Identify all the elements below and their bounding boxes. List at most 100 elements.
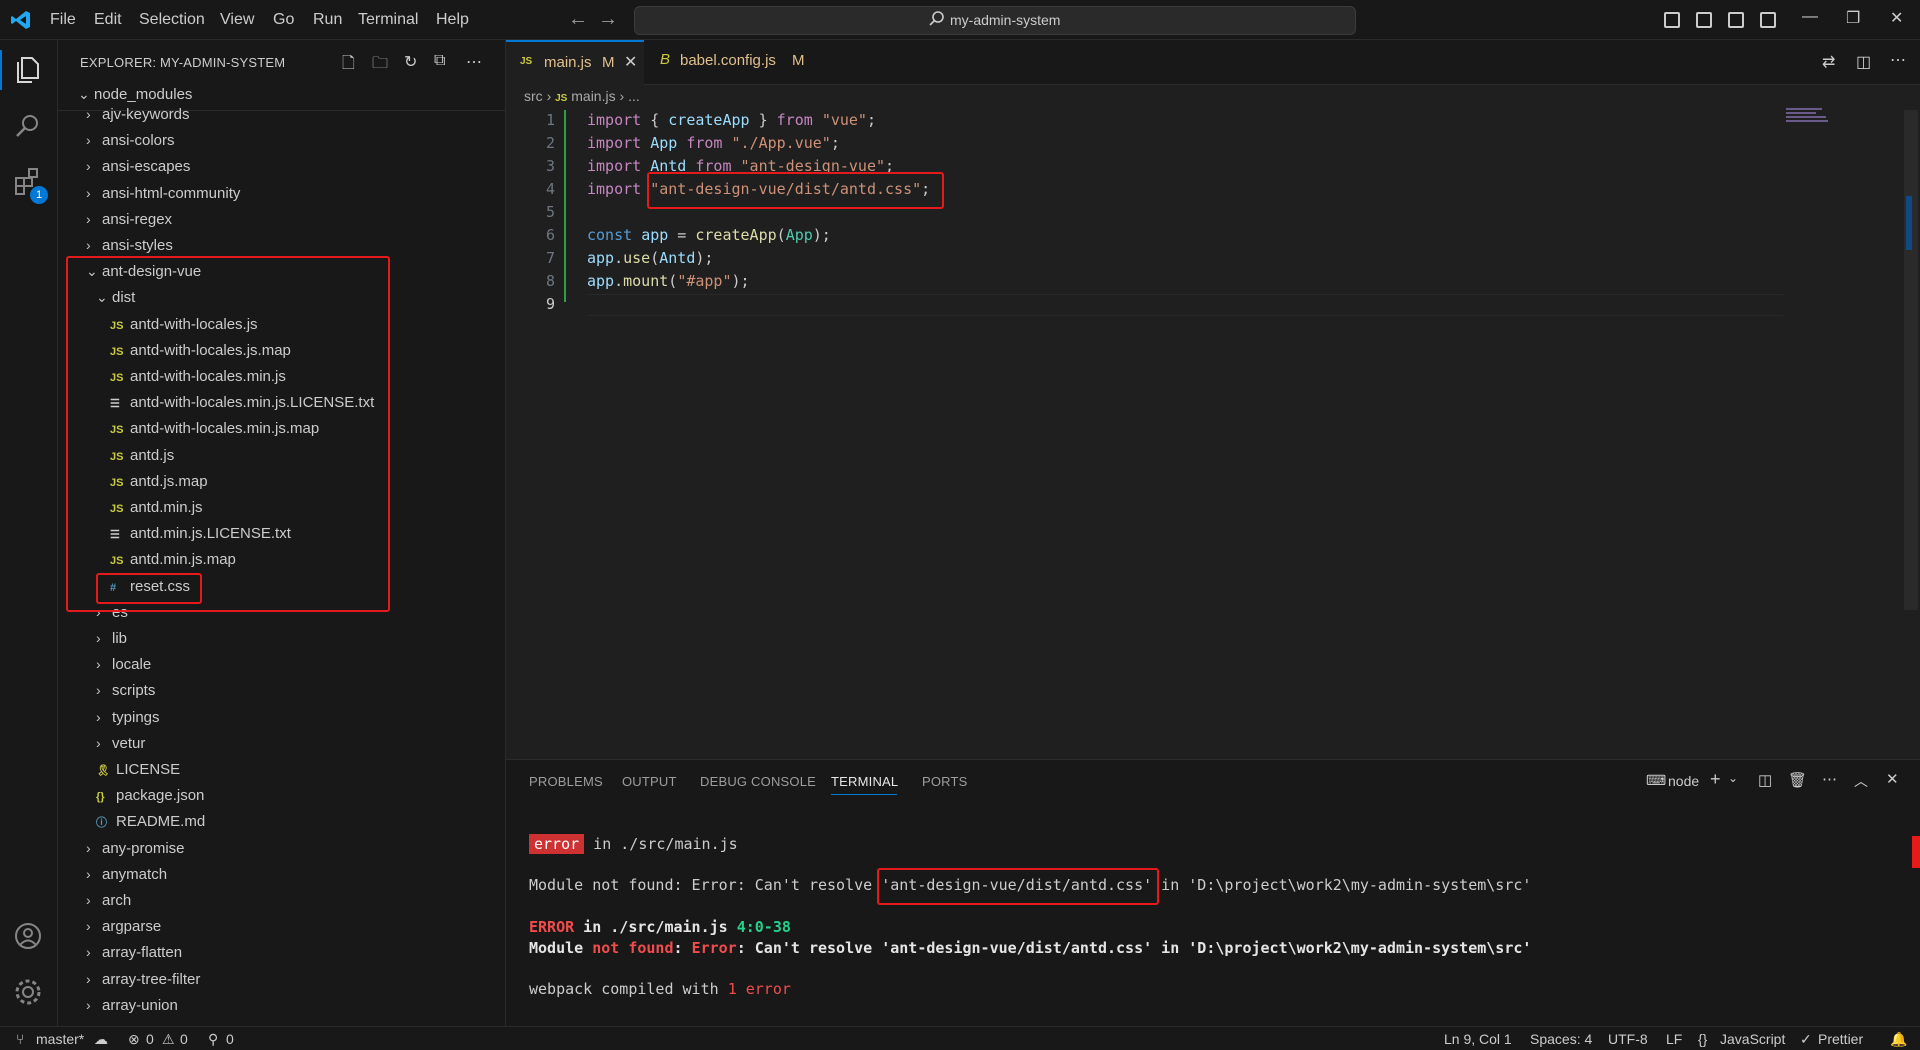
- close-tab-icon[interactable]: ✕: [624, 52, 637, 72]
- sync-icon[interactable]: ☁: [94, 1031, 108, 1048]
- split-terminal-icon[interactable]: ◫: [1758, 771, 1772, 789]
- tree-item[interactable]: › scripts: [96, 682, 155, 708]
- toggle-primary-sidebar-icon[interactable]: [1664, 12, 1680, 28]
- refresh-icon[interactable]: ↻: [404, 52, 424, 72]
- tree-item[interactable]: › arch: [86, 892, 131, 918]
- tree-label: anymatch: [102, 865, 168, 883]
- menu-help[interactable]: Help: [436, 11, 469, 29]
- new-folder-icon[interactable]: 🗀: [372, 52, 392, 72]
- toggle-secondary-sidebar-icon[interactable]: [1728, 12, 1744, 28]
- menu-edit[interactable]: Edit: [94, 11, 122, 29]
- more-actions-icon[interactable]: ⋯: [466, 52, 486, 72]
- search-icon: [929, 11, 944, 26]
- menu-run[interactable]: Run: [313, 11, 342, 29]
- back-arrow-icon[interactable]: ←: [568, 8, 588, 31]
- cursor-position[interactable]: Ln 9, Col 1: [1444, 1031, 1512, 1047]
- toggle-panel-icon[interactable]: [1696, 12, 1712, 28]
- tree-item[interactable]: › array-flatten: [86, 944, 182, 970]
- breadcrumb-file[interactable]: main.js: [571, 88, 615, 104]
- indentation[interactable]: Spaces: 4: [1530, 1031, 1592, 1047]
- menu-selection[interactable]: Selection: [139, 11, 205, 29]
- restore-icon[interactable]: ❐: [1846, 8, 1860, 28]
- scrollbar-thumb[interactable]: [1906, 196, 1912, 252]
- error-count[interactable]: 0: [146, 1031, 154, 1047]
- gear-icon[interactable]: [12, 976, 44, 1008]
- panel-tab-ports[interactable]: PORTS: [922, 774, 968, 789]
- title-bar: File Edit Selection View Go Run Terminal…: [0, 0, 1920, 40]
- search-view-icon[interactable]: [12, 110, 44, 142]
- tree-item[interactable]: › lib: [96, 630, 127, 656]
- panel-tab-output[interactable]: OUTPUT: [622, 774, 677, 789]
- collapse-all-icon[interactable]: ⧉: [434, 52, 454, 72]
- trash-icon[interactable]: 🗑: [1788, 771, 1807, 789]
- tree-item[interactable]: › array-union: [86, 997, 178, 1023]
- tree-item[interactable]: {} package.json: [96, 787, 204, 813]
- menu-view[interactable]: View: [220, 11, 254, 29]
- tree-label: ajv-keywords: [102, 106, 190, 123]
- git-added-gutter: [564, 110, 566, 302]
- more-editor-actions-icon[interactable]: ⋯: [1890, 50, 1906, 70]
- close-panel-icon[interactable]: ✕: [1886, 770, 1899, 788]
- explorer-files-icon[interactable]: [12, 54, 44, 86]
- accounts-icon[interactable]: [12, 920, 44, 952]
- terminal-name[interactable]: node: [1668, 773, 1699, 789]
- minimize-icon[interactable]: —: [1802, 8, 1818, 26]
- maximize-panel-icon[interactable]: ︿: [1854, 771, 1868, 791]
- new-file-icon[interactable]: 🗋: [342, 52, 362, 72]
- tree-label: ansi-styles: [102, 237, 173, 254]
- menu-terminal[interactable]: Terminal: [358, 11, 418, 29]
- panel-tab-terminal[interactable]: TERMINAL: [831, 774, 898, 789]
- minimap[interactable]: [1786, 108, 1830, 128]
- forward-arrow-icon[interactable]: →: [598, 8, 618, 31]
- chevron-down-icon[interactable]: ⌄: [1728, 771, 1738, 785]
- tree-item[interactable]: › any-promise: [86, 840, 185, 866]
- close-window-icon[interactable]: ✕: [1890, 8, 1903, 28]
- line-number: 3: [545, 157, 555, 175]
- breadcrumb-symbol[interactable]: ...: [628, 88, 640, 104]
- tab-babel-config[interactable]: B babel.config.js M: [644, 40, 824, 85]
- formatter[interactable]: Prettier: [1818, 1031, 1863, 1047]
- customize-layout-icon[interactable]: [1760, 12, 1776, 28]
- menu-go[interactable]: Go: [273, 11, 294, 29]
- tree-item[interactable]: › anymatch: [86, 866, 167, 892]
- warning-count[interactable]: 0: [180, 1031, 188, 1047]
- new-terminal-icon[interactable]: +: [1710, 769, 1721, 790]
- tree-item[interactable]: › ansi-html-community: [86, 185, 240, 211]
- warning-icon[interactable]: ⚠: [162, 1031, 175, 1048]
- tree-item[interactable]: › typings: [96, 709, 160, 735]
- tree-item[interactable]: ⓘ README.md: [96, 813, 205, 839]
- tree-item[interactable]: › ansi-colors: [86, 132, 175, 158]
- bell-icon[interactable]: 🔔: [1890, 1031, 1907, 1048]
- tree-item[interactable]: › ansi-regex: [86, 211, 172, 237]
- tree-item[interactable]: › array-tree-filter: [86, 971, 200, 997]
- tab-main-js[interactable]: JS main.js M ✕: [506, 40, 644, 85]
- tree-item[interactable]: › argparse: [86, 918, 161, 944]
- panel-tab-debug-console[interactable]: DEBUG CONSOLE: [700, 774, 816, 789]
- vscode-logo-icon: [11, 11, 30, 29]
- ports-icon[interactable]: ⚲: [208, 1031, 218, 1048]
- split-editor-icon[interactable]: ◫: [1856, 52, 1871, 72]
- ports-count[interactable]: 0: [226, 1031, 234, 1047]
- menu-file[interactable]: File: [50, 11, 76, 29]
- breadcrumb-src[interactable]: src: [524, 88, 543, 104]
- tree-item[interactable]: 🎗 LICENSE: [96, 761, 180, 787]
- info-file-icon: ⓘ: [96, 817, 107, 830]
- line-ending[interactable]: LF: [1666, 1031, 1682, 1047]
- tree-item[interactable]: › ansi-escapes: [86, 158, 190, 184]
- tree-label: README.md: [116, 813, 206, 831]
- panel-tab-problems[interactable]: PROBLEMS: [529, 774, 603, 789]
- tree-item[interactable]: › locale: [96, 656, 151, 682]
- current-line-highlight: [587, 294, 1783, 316]
- more-actions-icon[interactable]: ⋯: [1822, 770, 1837, 788]
- language-mode[interactable]: JavaScript: [1720, 1031, 1785, 1047]
- open-changes-icon[interactable]: ⇄: [1822, 52, 1835, 72]
- chevron-right-icon: ›: [96, 734, 101, 751]
- explorer-title: EXPLORER: MY-ADMIN-SYSTEM: [80, 55, 286, 70]
- error-icon[interactable]: ⊗: [128, 1031, 140, 1048]
- tree-item[interactable]: › ajv-keywords: [86, 106, 190, 132]
- js-file-icon: JS: [520, 56, 533, 67]
- tree-item[interactable]: › vetur: [96, 735, 145, 761]
- git-branch[interactable]: master*: [36, 1031, 84, 1047]
- chevron-right-icon: ›: [86, 970, 91, 987]
- encoding[interactable]: UTF-8: [1608, 1031, 1648, 1047]
